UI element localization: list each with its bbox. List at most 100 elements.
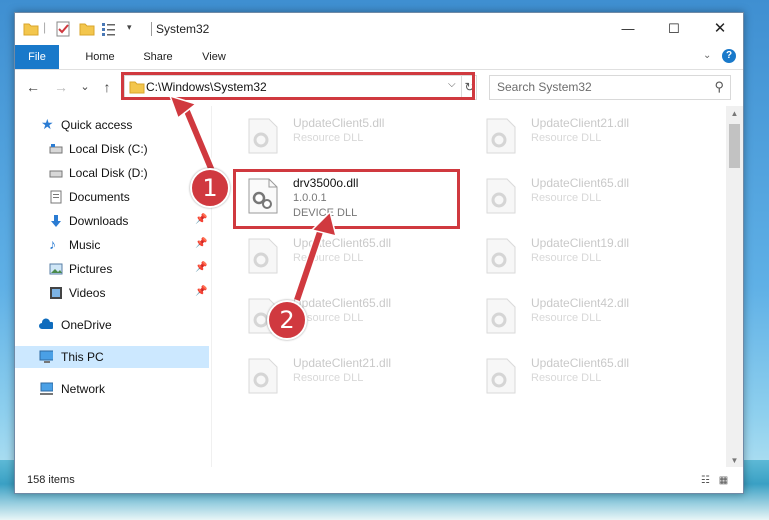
- pictures-icon: [49, 263, 63, 275]
- sidebar-item-label: Videos: [69, 286, 106, 300]
- scroll-down-icon[interactable]: ▼: [726, 456, 743, 465]
- sidebar-item-pictures[interactable]: Pictures 📌: [15, 258, 209, 280]
- file-name: UpdateClient65.dll: [293, 236, 392, 250]
- callout-1: 1: [190, 168, 230, 208]
- close-button[interactable]: ✕: [697, 13, 743, 45]
- tab-home[interactable]: Home: [75, 45, 125, 69]
- sidebar-item-label: Network: [61, 382, 106, 396]
- tab-view[interactable]: View: [193, 45, 235, 69]
- separator: [151, 22, 152, 36]
- drive-icon: [49, 170, 63, 178]
- file-list: UpdateClient5.dll Resource DLL UpdateCli…: [225, 106, 725, 467]
- properties-icon[interactable]: [55, 21, 71, 37]
- file-name: UpdateClient21.dll: [293, 356, 392, 370]
- star-icon: ★: [41, 116, 54, 132]
- videos-icon: [50, 287, 62, 299]
- address-bar-highlight: [121, 72, 475, 100]
- file-tile[interactable]: UpdateClient5.dll Resource DLL: [235, 110, 455, 160]
- sidebar-item-videos[interactable]: Videos 📌: [15, 282, 209, 304]
- dll-file-icon: [486, 178, 516, 214]
- vertical-scrollbar[interactable]: ▲ ▼: [726, 106, 743, 467]
- sidebar-item-label: OneDrive: [61, 318, 112, 332]
- scrollbar-thumb[interactable]: [729, 124, 740, 168]
- sidebar-item-label: Local Disk (D:): [69, 166, 148, 180]
- file-name: UpdateClient5.dll: [293, 116, 385, 130]
- customize-quick-access-icon[interactable]: [101, 21, 119, 37]
- ribbon: File Home Share View ⌄ ?: [15, 45, 743, 70]
- dll-file-icon: [486, 358, 516, 394]
- file-name: UpdateClient21.dll: [531, 116, 630, 130]
- sidebar-item-documents[interactable]: Documents: [15, 186, 209, 208]
- sidebar-item-quick-access[interactable]: ★ Quick access: [15, 114, 209, 136]
- file-tile[interactable]: UpdateClient21.dll Resource DLL: [473, 110, 693, 160]
- scroll-up-icon[interactable]: ▲: [726, 109, 743, 118]
- sidebar-item-label: Documents: [69, 190, 130, 204]
- file-type: Resource DLL: [531, 192, 602, 204]
- documents-icon: [50, 190, 62, 204]
- file-tile[interactable]: UpdateClient65.dll Resource DLL: [473, 350, 693, 400]
- dll-file-icon: [486, 118, 516, 154]
- file-name: UpdateClient65.dll: [293, 296, 392, 310]
- help-icon[interactable]: ?: [722, 49, 736, 63]
- tab-file[interactable]: File: [15, 45, 59, 69]
- maximize-button[interactable]: ☐: [651, 13, 697, 45]
- dll-file-icon: [486, 238, 516, 274]
- network-icon: [40, 382, 53, 395]
- sidebar-item-local-disk-c[interactable]: Local Disk (C:): [15, 138, 209, 160]
- computer-icon: [39, 350, 53, 363]
- window-title: System32: [156, 22, 210, 36]
- chevron-down-icon[interactable]: ⌄: [703, 50, 711, 61]
- pin-icon[interactable]: 📌: [195, 238, 207, 249]
- music-icon: ♪: [49, 236, 56, 252]
- file-type: Resource DLL: [293, 252, 364, 264]
- callout-2: 2: [267, 300, 307, 340]
- file-name: UpdateClient65.dll: [531, 356, 630, 370]
- file-type: Resource DLL: [293, 372, 364, 384]
- dll-file-icon: [248, 238, 278, 274]
- back-button[interactable]: ←: [25, 79, 41, 95]
- sidebar-item-onedrive[interactable]: OneDrive: [15, 314, 209, 336]
- sidebar-item-downloads[interactable]: Downloads 📌: [15, 210, 209, 232]
- file-tile[interactable]: UpdateClient65.dll Resource DLL: [235, 230, 455, 280]
- file-type: Resource DLL: [531, 312, 602, 324]
- minimize-button[interactable]: —: [605, 13, 651, 45]
- pin-icon[interactable]: 📌: [195, 262, 207, 273]
- details-view-icon[interactable]: ☷: [699, 475, 712, 486]
- file-tile[interactable]: UpdateClient19.dll Resource DLL: [473, 230, 693, 280]
- sidebar-item-label: Local Disk (C:): [69, 142, 148, 156]
- sidebar-item-music[interactable]: ♪ Music 📌: [15, 234, 209, 256]
- new-folder-icon[interactable]: [79, 21, 95, 37]
- drive-icon: [49, 144, 63, 154]
- file-name: UpdateClient42.dll: [531, 296, 630, 310]
- sidebar-item-label: Pictures: [69, 262, 113, 276]
- sidebar-item-this-pc[interactable]: This PC: [15, 346, 209, 368]
- search-box[interactable]: Search System32 ⚲: [489, 75, 731, 100]
- search-input[interactable]: Search System32: [497, 80, 592, 94]
- file-type: Resource DLL: [293, 132, 364, 144]
- folder-icon: [23, 23, 39, 36]
- file-name: UpdateClient65.dll: [531, 176, 630, 190]
- file-highlight: [233, 169, 460, 229]
- navigation-pane: ★ Quick access Local Disk (C:) Local Dis…: [15, 106, 209, 467]
- forward-button[interactable]: →: [53, 79, 69, 95]
- sidebar-item-local-disk-d[interactable]: Local Disk (D:): [15, 162, 209, 184]
- recent-locations-button[interactable]: ⌄: [77, 79, 93, 95]
- up-button[interactable]: ↑: [99, 79, 115, 95]
- file-type: Resource DLL: [531, 132, 602, 144]
- search-icon[interactable]: ⚲: [714, 79, 724, 95]
- chevron-down-icon[interactable]: ▾: [127, 22, 132, 38]
- dll-file-icon: [486, 298, 516, 334]
- sidebar-item-label: Quick access: [61, 118, 133, 132]
- pane-divider: [211, 106, 212, 467]
- large-icons-view-icon[interactable]: ▦: [717, 475, 730, 486]
- file-tile[interactable]: UpdateClient42.dll Resource DLL: [473, 290, 693, 340]
- download-icon: [51, 215, 61, 227]
- cloud-icon: [39, 318, 53, 329]
- pin-icon[interactable]: 📌: [195, 286, 207, 297]
- tab-share[interactable]: Share: [135, 45, 181, 69]
- pin-icon[interactable]: 📌: [195, 214, 207, 225]
- dll-file-icon: [248, 358, 278, 394]
- file-tile[interactable]: UpdateClient21.dll Resource DLL: [235, 350, 455, 400]
- sidebar-item-network[interactable]: Network: [15, 378, 209, 400]
- file-tile[interactable]: UpdateClient65.dll Resource DLL: [473, 170, 693, 220]
